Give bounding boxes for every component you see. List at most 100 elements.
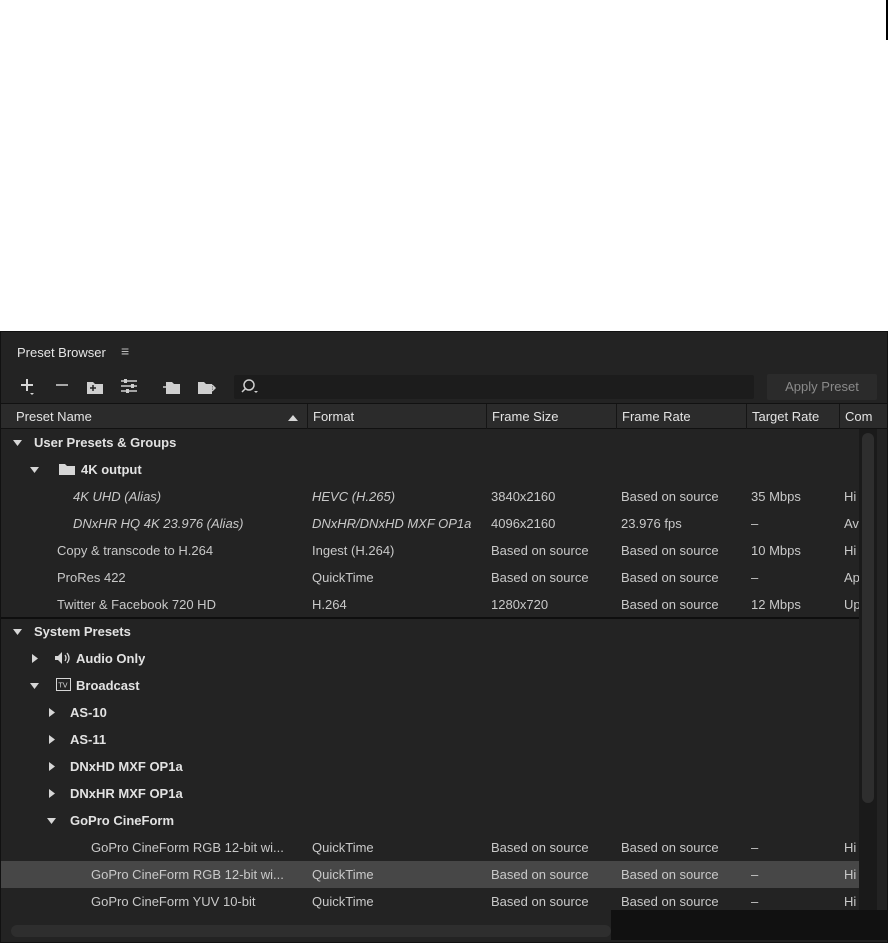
tree-group-dnxhd[interactable]: DNxHD MXF OP1a [1, 753, 859, 780]
column-frame-size[interactable]: Frame Size [486, 404, 616, 429]
sort-ascending-icon [288, 410, 298, 421]
column-header: Preset Name Format Frame Size Frame Rate… [1, 403, 887, 429]
preset-frame-rate: Based on source [621, 489, 719, 504]
preset-comment: Hi [844, 840, 857, 855]
vertical-scrollbar[interactable] [859, 429, 877, 929]
table-row[interactable]: GoPro CineForm RGB 12-bit wi... QuickTim… [1, 834, 859, 861]
preset-frame-rate: Based on source [621, 840, 719, 855]
preset-comment: Hi [844, 489, 857, 504]
table-row[interactable]: Copy & transcode to H.264 Ingest (H.264)… [1, 537, 859, 564]
preset-frame-rate: Based on source [621, 597, 719, 612]
preset-comment: Ap [844, 570, 859, 585]
preset-name: DNxHR HQ 4K 23.976 (Alias) [73, 516, 244, 531]
preset-target-rate: 35 Mbps [751, 489, 801, 504]
tree-group-user-presets[interactable]: User Presets & Groups [1, 429, 859, 456]
tree-group-gopro[interactable]: GoPro CineForm [1, 807, 859, 834]
preset-frame-size: 4096x2160 [491, 516, 556, 531]
preset-comment: Av [844, 516, 859, 531]
group-label: Broadcast [76, 678, 140, 693]
column-format[interactable]: Format [307, 404, 486, 429]
group-label: System Presets [34, 624, 131, 639]
preset-frame-rate: 23.976 fps [621, 516, 682, 531]
new-group-icon[interactable] [85, 375, 105, 397]
svg-text:TV: TV [58, 682, 68, 690]
preset-name: Copy & transcode to H.264 [57, 543, 214, 558]
preset-target-rate: 12 Mbps [751, 597, 801, 612]
search-input[interactable] [234, 375, 754, 399]
add-icon[interactable] [18, 375, 38, 397]
preset-frame-rate: Based on source [621, 570, 719, 585]
group-label: GoPro CineForm [70, 813, 175, 828]
preset-name: GoPro CineForm RGB 12-bit wi... [91, 840, 284, 855]
preset-browser-panel: Preset Browser ≡ Apply Preset Preset Nam… [0, 331, 888, 943]
tree-group-dnxhr[interactable]: DNxHR MXF OP1a [1, 780, 859, 807]
preset-name: Twitter & Facebook 720 HD [57, 597, 216, 612]
table-row[interactable]: Twitter & Facebook 720 HD H.264 1280x720… [1, 591, 859, 618]
expanded-triangle-icon[interactable] [13, 627, 23, 637]
column-frame-rate[interactable]: Frame Rate [616, 404, 746, 429]
group-label: AS-10 [70, 705, 107, 720]
table-row[interactable]: 4K UHD (Alias) HEVC (H.265) 3840x2160 Ba… [1, 483, 859, 510]
collapsed-triangle-icon[interactable] [47, 708, 57, 718]
apply-preset-button[interactable]: Apply Preset [767, 374, 877, 400]
preset-name: 4K UHD (Alias) [73, 489, 162, 504]
preset-frame-size: Based on source [491, 867, 589, 882]
collapsed-triangle-icon[interactable] [47, 735, 57, 745]
collapsed-triangle-icon[interactable] [47, 789, 57, 799]
expanded-triangle-icon[interactable] [30, 465, 40, 475]
export-preset-icon[interactable] [196, 375, 216, 397]
table-row[interactable]: ProRes 422 QuickTime Based on source Bas… [1, 564, 859, 591]
preset-format: QuickTime [312, 570, 374, 585]
horizontal-scroll-thumb[interactable] [11, 925, 611, 937]
tree-group-broadcast[interactable]: TV Broadcast [1, 672, 859, 699]
panel-title: Preset Browser [17, 345, 106, 360]
column-comment[interactable]: Com [839, 404, 887, 429]
tree-group-as10[interactable]: AS-10 [1, 699, 859, 726]
folder-icon [59, 464, 75, 475]
tree-group-system-presets[interactable]: System Presets [1, 618, 859, 645]
preset-target-rate: – [751, 867, 759, 882]
preset-format: H.264 [312, 597, 347, 612]
search-icon[interactable] [240, 377, 260, 397]
preset-name: ProRes 422 [57, 570, 126, 585]
table-row[interactable]: DNxHR HQ 4K 23.976 (Alias) DNxHR/DNxHD M… [1, 510, 859, 537]
vertical-scroll-thumb[interactable] [862, 433, 874, 803]
tree-group-as11[interactable]: AS-11 [1, 726, 859, 753]
panel-titlebar: Preset Browser ≡ [1, 332, 887, 372]
expanded-triangle-icon[interactable] [47, 816, 57, 826]
tree-folder-4k-output[interactable]: 4K output [1, 456, 859, 483]
preset-settings-icon[interactable] [119, 375, 139, 397]
preset-comment: Hi [844, 543, 857, 558]
preset-frame-size: Based on source [491, 543, 589, 558]
column-preset-name[interactable]: Preset Name [1, 404, 307, 429]
preset-target-rate: – [751, 570, 759, 585]
horizontal-scrollbar[interactable] [1, 922, 859, 940]
preset-frame-rate: Based on source [621, 867, 719, 882]
preset-frame-rate: Based on source [621, 543, 719, 558]
tree-group-audio-only[interactable]: Audio Only [1, 645, 859, 672]
preset-name: GoPro CineForm RGB 12-bit wi... [91, 867, 284, 882]
preset-frame-size: Based on source [491, 570, 589, 585]
tv-icon: TV [56, 678, 71, 691]
import-preset-icon[interactable] [162, 375, 182, 397]
expanded-triangle-icon[interactable] [13, 438, 23, 448]
group-label: User Presets & Groups [34, 435, 177, 450]
speaker-icon [55, 652, 70, 664]
column-target-rate[interactable]: Target Rate [746, 404, 839, 429]
page-edge-mark [886, 0, 888, 40]
hamburger-menu-icon[interactable]: ≡ [121, 343, 129, 359]
preset-format: QuickTime [312, 894, 374, 909]
expanded-triangle-icon[interactable] [30, 681, 40, 691]
collapsed-triangle-icon[interactable] [47, 762, 57, 772]
preset-format: QuickTime [312, 840, 374, 855]
collapsed-triangle-icon[interactable] [30, 654, 40, 664]
preset-frame-size: 3840x2160 [491, 489, 556, 504]
remove-icon[interactable] [53, 375, 73, 397]
group-label: DNxHD MXF OP1a [70, 759, 183, 774]
preset-format: QuickTime [312, 867, 374, 882]
group-label: AS-11 [70, 732, 107, 747]
preset-target-rate: 10 Mbps [751, 543, 801, 558]
preset-frame-size: Based on source [491, 894, 589, 909]
table-row-selected[interactable]: GoPro CineForm RGB 12-bit wi... QuickTim… [1, 861, 859, 888]
preset-target-rate: – [751, 840, 759, 855]
